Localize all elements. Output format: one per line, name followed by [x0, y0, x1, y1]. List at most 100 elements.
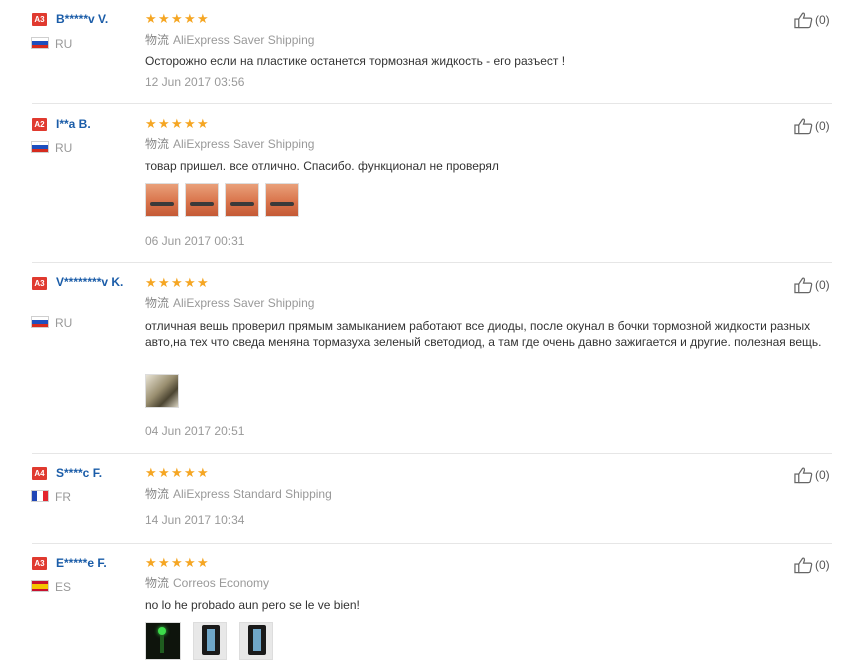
flag-fr-icon	[31, 490, 49, 502]
review-date: 06 Jun 2017 00:31	[145, 234, 245, 248]
star-icon: ★	[145, 275, 157, 290]
helpful-button[interactable]: (0)	[794, 276, 830, 294]
star-icon: ★	[171, 11, 183, 26]
star-icon: ★	[184, 275, 196, 290]
shipping-name: AliExpress Saver Shipping	[173, 33, 315, 47]
thumbs-up-icon	[794, 12, 813, 29]
review-comment: no lo he probado aun pero se le ve bien!	[145, 598, 360, 612]
buyer-name: V********v K.	[56, 275, 124, 289]
buyer-name: I**a B.	[56, 117, 91, 131]
star-icon: ★	[184, 11, 196, 26]
helpful-count: (0)	[815, 468, 830, 482]
star-rating: ★ ★ ★ ★ ★	[145, 466, 210, 480]
review-photos	[145, 622, 273, 660]
shipping-label: 物流	[145, 33, 170, 47]
star-icon: ★	[158, 116, 170, 131]
buyer-country: RU	[55, 141, 73, 155]
buyer-level-badge: A3	[32, 557, 47, 570]
buyer-level-badge: A3	[32, 277, 47, 290]
shipping-name: AliExpress Saver Shipping	[173, 296, 315, 310]
star-rating: ★ ★ ★ ★ ★	[145, 276, 210, 290]
buyer-country: RU	[55, 316, 73, 330]
star-icon: ★	[158, 275, 170, 290]
buyer-country: RU	[55, 37, 73, 51]
star-icon: ★	[145, 465, 157, 480]
buyer-level-badge: A2	[32, 118, 47, 131]
shipping-name: Correos Economy	[173, 576, 270, 590]
review-date: 12 Jun 2017 03:56	[145, 75, 245, 89]
buyer-name: S****c F.	[56, 466, 103, 480]
star-icon: ★	[171, 555, 183, 570]
flag-ru-icon	[31, 37, 49, 49]
shipping-name: AliExpress Saver Shipping	[173, 137, 315, 151]
shipping-method: 物流 AliExpress Standard Shipping	[145, 487, 332, 501]
thumbs-up-icon	[794, 118, 813, 135]
star-rating: ★ ★ ★ ★ ★	[145, 117, 210, 131]
flag-ru-icon	[31, 141, 49, 153]
star-icon: ★	[158, 555, 170, 570]
review-photos	[145, 183, 299, 217]
helpful-count: (0)	[815, 13, 830, 27]
star-icon: ★	[145, 116, 157, 131]
star-icon: ★	[197, 11, 209, 26]
star-icon: ★	[158, 11, 170, 26]
star-icon: ★	[184, 465, 196, 480]
buyer-country: FR	[55, 490, 71, 504]
star-icon: ★	[171, 275, 183, 290]
review-date: 04 Jun 2017 20:51	[145, 424, 245, 438]
star-icon: ★	[197, 555, 209, 570]
shipping-method: 物流 Correos Economy	[145, 576, 269, 590]
shipping-method: 物流 AliExpress Saver Shipping	[145, 296, 314, 310]
buyer-level-badge: A3	[32, 13, 47, 26]
star-rating: ★ ★ ★ ★ ★	[145, 556, 210, 570]
review-photo-thumbnail[interactable]	[145, 374, 179, 408]
review-comment: отличная вешь проверил прямым замыканием…	[145, 319, 822, 349]
review-photo-thumbnail[interactable]	[145, 183, 179, 217]
shipping-method: 物流 AliExpress Saver Shipping	[145, 33, 314, 47]
review-photo-thumbnail[interactable]	[145, 622, 181, 660]
flag-es-icon	[31, 580, 49, 592]
helpful-count: (0)	[815, 119, 830, 133]
review-comment: Осторожно если на пластике останется тор…	[145, 54, 566, 68]
helpful-button[interactable]: (0)	[794, 556, 830, 574]
shipping-name: AliExpress Standard Shipping	[173, 487, 332, 501]
star-icon: ★	[145, 555, 157, 570]
buyer-name: E*****e F.	[56, 556, 107, 570]
shipping-method: 物流 AliExpress Saver Shipping	[145, 137, 314, 151]
review-item: A3 V********v K. RU ★ ★ ★ ★ ★ 物流 AliExpress S…	[0, 263, 862, 453]
review-comment: товар пришел. все отлично. Спасибо. функ…	[145, 159, 499, 173]
review-photo-thumbnail[interactable]	[265, 183, 299, 217]
star-icon: ★	[158, 465, 170, 480]
buyer-country: ES	[55, 580, 72, 594]
star-icon: ★	[171, 465, 183, 480]
helpful-count: (0)	[815, 278, 830, 292]
star-icon: ★	[145, 11, 157, 26]
shipping-label: 物流	[145, 137, 170, 151]
flag-ru-icon	[31, 316, 49, 328]
review-photos	[145, 374, 179, 408]
helpful-count: (0)	[815, 558, 830, 572]
star-icon: ★	[171, 116, 183, 131]
shipping-label: 物流	[145, 576, 170, 590]
thumbs-up-icon	[794, 277, 813, 294]
buyer-name: B*****v V.	[56, 12, 109, 26]
review-photo-thumbnail[interactable]	[239, 622, 273, 660]
shipping-label: 物流	[145, 487, 170, 501]
review-date: 14 Jun 2017 10:34	[145, 513, 245, 527]
review-item: A3 B*****v V. RU ★ ★ ★ ★ ★ 物流 AliExpress Save…	[0, 0, 862, 104]
review-photo-thumbnail[interactable]	[193, 622, 227, 660]
review-photo-thumbnail[interactable]	[185, 183, 219, 217]
star-icon: ★	[184, 555, 196, 570]
review-photo-thumbnail[interactable]	[225, 183, 259, 217]
thumbs-up-icon	[794, 467, 813, 484]
review-item: A3 E*****e F. ES ★ ★ ★ ★ ★ 物流 Correos Economy…	[0, 544, 862, 670]
star-icon: ★	[197, 275, 209, 290]
helpful-button[interactable]: (0)	[794, 117, 830, 135]
star-icon: ★	[197, 465, 209, 480]
helpful-button[interactable]: (0)	[794, 466, 830, 484]
star-rating: ★ ★ ★ ★ ★	[145, 12, 210, 26]
helpful-button[interactable]: (0)	[794, 11, 830, 29]
thumbs-up-icon	[794, 557, 813, 574]
review-item: A2 I**a B. RU ★ ★ ★ ★ ★ 物流 AliExpress Saver S…	[0, 104, 862, 262]
star-icon: ★	[184, 116, 196, 131]
